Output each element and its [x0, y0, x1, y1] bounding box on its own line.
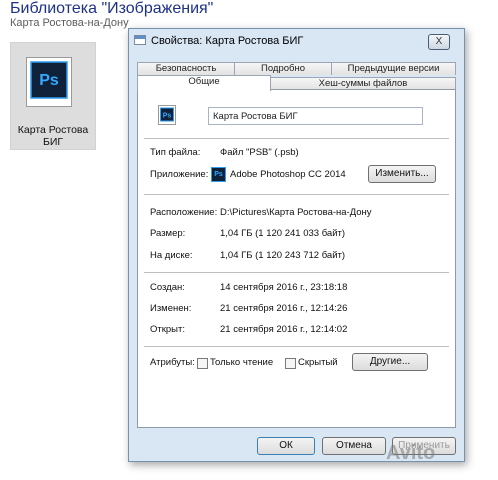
opened-value: 21 сентября 2016 г., 12:14:02 — [220, 324, 348, 335]
created-value: 14 сентября 2016 г., 23:18:18 — [220, 282, 348, 293]
file-type-value: Файл "PSB" (.psb) — [220, 147, 299, 158]
modified-label: Изменен: — [150, 303, 192, 314]
svg-text:Ps: Ps — [39, 72, 59, 89]
separator — [144, 194, 449, 195]
opened-label: Открыт: — [150, 324, 185, 335]
readonly-label[interactable]: Только чтение — [210, 357, 273, 368]
svg-text:Ps: Ps — [163, 113, 172, 120]
titlebar[interactable]: Свойства: Карта Ростова БИГ X — [129, 29, 464, 51]
size-label: Размер: — [150, 228, 186, 239]
ok-button[interactable]: ОК — [257, 437, 315, 455]
size-value: 1,04 ГБ (1 120 241 033 байт) — [220, 228, 346, 239]
tab-security[interactable]: Безопасность — [137, 62, 235, 75]
photoshop-file-icon: Ps — [26, 57, 72, 107]
properties-dialog: Свойства: Карта Ростова БИГ X Безопаснос… — [128, 28, 465, 462]
separator — [144, 272, 449, 273]
advanced-button[interactable]: Другие... — [352, 353, 428, 371]
photoshop-app-icon: Ps — [211, 167, 226, 182]
close-button[interactable]: X — [428, 34, 450, 50]
separator — [144, 138, 449, 139]
tab-previous-versions[interactable]: Предыдущие версии — [331, 62, 456, 75]
size-on-disk-value: 1,04 ГБ (1 120 243 712 байт) — [220, 250, 346, 261]
file-tile[interactable]: Ps Карта Ростова БИГ — [10, 42, 96, 150]
dialog-title: Свойства: Карта Ростова БИГ — [151, 35, 304, 47]
avito-watermark: Avito — [386, 442, 436, 464]
tab-details[interactable]: Подробно — [234, 62, 332, 75]
library-title: Библиотека "Изображения" — [10, 0, 214, 17]
hidden-checkbox[interactable] — [285, 358, 296, 369]
change-app-button[interactable]: Изменить... — [368, 165, 436, 183]
app-label: Приложение: — [150, 169, 209, 180]
separator — [144, 346, 449, 347]
hidden-label[interactable]: Скрытый — [298, 357, 338, 368]
breadcrumb[interactable]: Карта Ростова-на-Дону — [10, 17, 129, 29]
size-on-disk-label: На диске: — [150, 250, 193, 261]
tab-general[interactable]: Общие — [137, 75, 271, 91]
location-value: D:\Pictures\Карта Ростова-на-Дону — [220, 207, 372, 218]
file-name-field[interactable]: Карта Ростова БИГ — [208, 107, 423, 125]
location-label: Расположение: — [150, 207, 218, 218]
file-type-label: Тип файла: — [150, 147, 201, 158]
window-icon — [134, 35, 146, 45]
file-tile-label: Карта Ростова БИГ — [17, 124, 89, 148]
cancel-button[interactable]: Отмена — [322, 437, 386, 455]
photoshop-file-icon: Ps — [158, 105, 176, 125]
general-tab-panel: Ps Карта Ростова БИГ Тип файла: Файл "PS… — [137, 89, 456, 428]
app-value: Adobe Photoshop CC 2014 — [230, 169, 346, 180]
modified-value: 21 сентября 2016 г., 12:14:26 — [220, 303, 348, 314]
readonly-checkbox[interactable] — [197, 358, 208, 369]
created-label: Создан: — [150, 282, 185, 293]
attributes-label: Атрибуты: — [150, 357, 195, 368]
